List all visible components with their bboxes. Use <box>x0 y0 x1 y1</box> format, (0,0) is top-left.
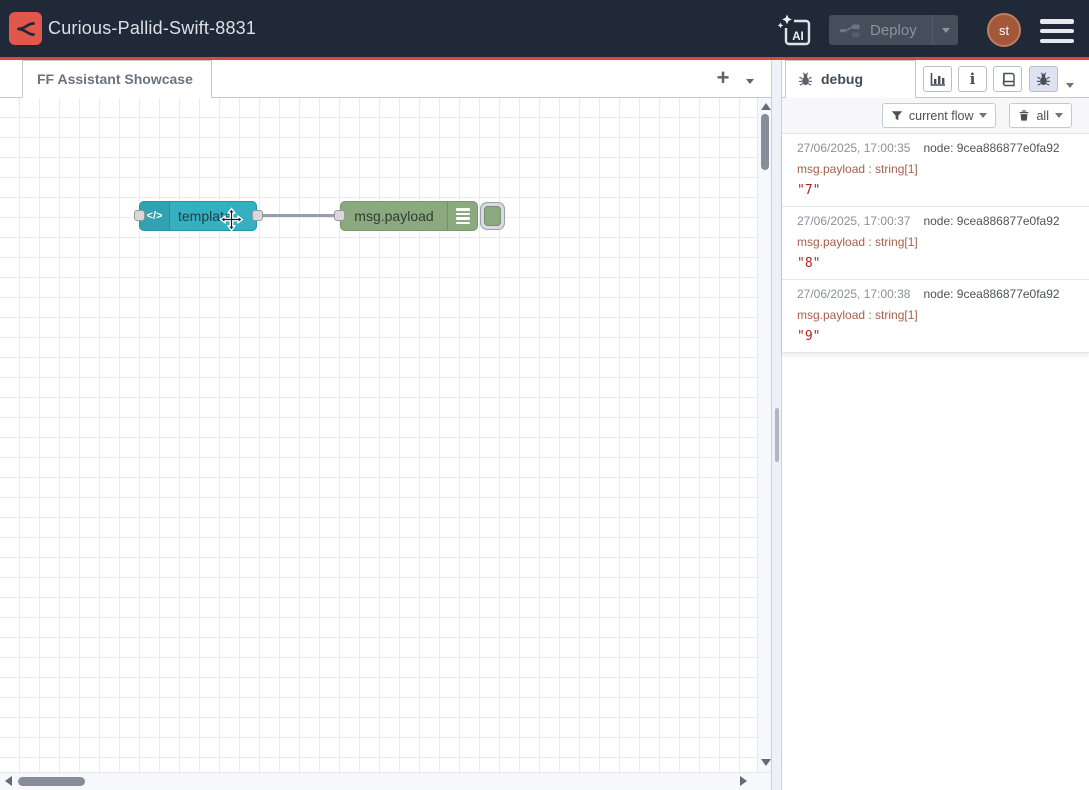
chevron-down-icon <box>979 113 987 118</box>
flow-canvas[interactable]: </> template msg.payload <box>0 98 757 772</box>
debug-message[interactable]: 27/06/2025, 17:00:37 node: 9cea886877e0f… <box>782 207 1089 280</box>
node-debug[interactable]: msg.payload <box>340 201 478 231</box>
node-label: msg.payload <box>347 202 441 230</box>
clear-scope-label: all <box>1036 109 1049 123</box>
main-menu-button[interactable] <box>1040 19 1074 43</box>
menu-bar-icon <box>1040 39 1074 44</box>
message-timestamp: 27/06/2025, 17:00:35 <box>797 141 910 155</box>
sidebar-tab-label: debug <box>821 71 863 87</box>
sidebar-tab-dashboard-button[interactable] <box>923 66 952 92</box>
deploy-button[interactable]: Deploy <box>829 15 958 45</box>
message-value: "7" <box>797 183 1074 198</box>
chevron-down-icon <box>1055 113 1063 118</box>
book-icon <box>1000 72 1016 87</box>
debug-input-port[interactable] <box>334 210 345 221</box>
wire-template-to-debug[interactable] <box>257 214 341 217</box>
avatar-initials: st <box>999 23 1009 38</box>
scroll-left-icon[interactable] <box>5 776 12 786</box>
template-input-port[interactable] <box>134 210 145 221</box>
debug-filter-button[interactable]: current flow <box>882 103 997 128</box>
sidebar-tab-debug-button[interactable] <box>1029 66 1058 92</box>
message-property-path[interactable]: msg.payload : string[1] <box>797 162 1074 176</box>
user-avatar[interactable]: st <box>987 13 1021 47</box>
trash-icon <box>1018 109 1030 122</box>
flowfuse-logo-icon <box>9 12 42 45</box>
ai-label: AI <box>792 31 804 43</box>
scroll-down-icon[interactable] <box>761 759 771 766</box>
sidebar-tab-debug[interactable]: debug <box>785 60 916 98</box>
deploy-icon <box>840 23 860 38</box>
add-flow-button[interactable]: + <box>708 64 738 94</box>
filter-label: current flow <box>909 109 974 123</box>
vertical-scrollbar-thumb[interactable] <box>761 114 769 170</box>
message-node-id: node: 9cea886877e0fa92 <box>923 287 1059 301</box>
node-red-editor: Curious-Pallid-Swift-8831 AI Deploy <box>0 0 1089 790</box>
debug-output-lines-icon <box>447 202 477 230</box>
debug-message-list: 27/06/2025, 17:00:35 node: 9cea886877e0f… <box>782 134 1089 353</box>
scroll-right-icon[interactable] <box>740 776 747 786</box>
flow-list-caret[interactable] <box>746 71 754 89</box>
debug-filter-toolbar: current flow all <box>782 98 1089 134</box>
header: Curious-Pallid-Swift-8831 AI Deploy <box>0 0 1089 60</box>
bug-icon <box>798 72 813 87</box>
deploy-options-caret[interactable] <box>932 15 958 45</box>
debug-clear-button[interactable]: all <box>1009 103 1072 128</box>
message-node-id: node: 9cea886877e0fa92 <box>923 141 1059 155</box>
message-timestamp: 27/06/2025, 17:00:38 <box>797 287 910 301</box>
debug-toggle-state <box>484 206 501 226</box>
bug-icon <box>1036 72 1051 87</box>
template-output-port[interactable] <box>252 210 263 221</box>
move-cursor-icon <box>219 207 244 232</box>
message-property-path[interactable]: msg.payload : string[1] <box>797 308 1074 322</box>
instance-title: Curious-Pallid-Swift-8831 <box>48 0 256 57</box>
scroll-up-icon[interactable] <box>761 103 771 110</box>
message-property-path[interactable]: msg.payload : string[1] <box>797 235 1074 249</box>
message-node-id: node: 9cea886877e0fa92 <box>923 214 1059 228</box>
canvas-horizontal-scrollbar[interactable] <box>0 772 772 790</box>
sidebar-splitter[interactable] <box>771 60 782 790</box>
debug-message[interactable]: 27/06/2025, 17:00:35 node: 9cea886877e0f… <box>782 134 1089 207</box>
tab-ff-assistant-showcase[interactable]: FF Assistant Showcase <box>22 60 212 98</box>
message-timestamp: 27/06/2025, 17:00:37 <box>797 214 910 228</box>
message-value: "8" <box>797 256 1074 271</box>
menu-bar-icon <box>1040 29 1074 34</box>
funnel-icon <box>891 110 903 122</box>
message-meta: 27/06/2025, 17:00:38 node: 9cea886877e0f… <box>797 287 1074 301</box>
chevron-down-icon <box>1066 83 1074 88</box>
workspace-tab-bar: FF Assistant Showcase + <box>0 60 772 98</box>
debug-enable-toggle[interactable] <box>480 202 505 230</box>
message-value: "9" <box>797 329 1074 344</box>
sidebar: debug i <box>782 60 1089 790</box>
chevron-down-icon <box>942 28 950 33</box>
chevron-down-icon <box>746 79 754 84</box>
info-icon: i <box>970 72 976 87</box>
chart-icon <box>930 72 946 87</box>
deploy-label: Deploy <box>870 22 932 39</box>
menu-bar-icon <box>1040 19 1074 24</box>
splitter-grip-icon <box>775 408 779 462</box>
sidebar-tab-help-button[interactable] <box>993 66 1022 92</box>
message-meta: 27/06/2025, 17:00:37 node: 9cea886877e0f… <box>797 214 1074 228</box>
debug-message[interactable]: 27/06/2025, 17:00:38 node: 9cea886877e0f… <box>782 280 1089 353</box>
horizontal-scrollbar-thumb[interactable] <box>18 777 85 786</box>
sidebar-tab-info-button[interactable]: i <box>958 66 987 92</box>
sidebar-tabs-caret[interactable] <box>1066 75 1074 93</box>
sidebar-tab-bar: debug i <box>782 60 1089 98</box>
ai-assistant-button[interactable]: AI <box>776 13 812 47</box>
canvas-vertical-scrollbar[interactable] <box>757 98 772 772</box>
message-meta: 27/06/2025, 17:00:35 node: 9cea886877e0f… <box>797 141 1074 155</box>
